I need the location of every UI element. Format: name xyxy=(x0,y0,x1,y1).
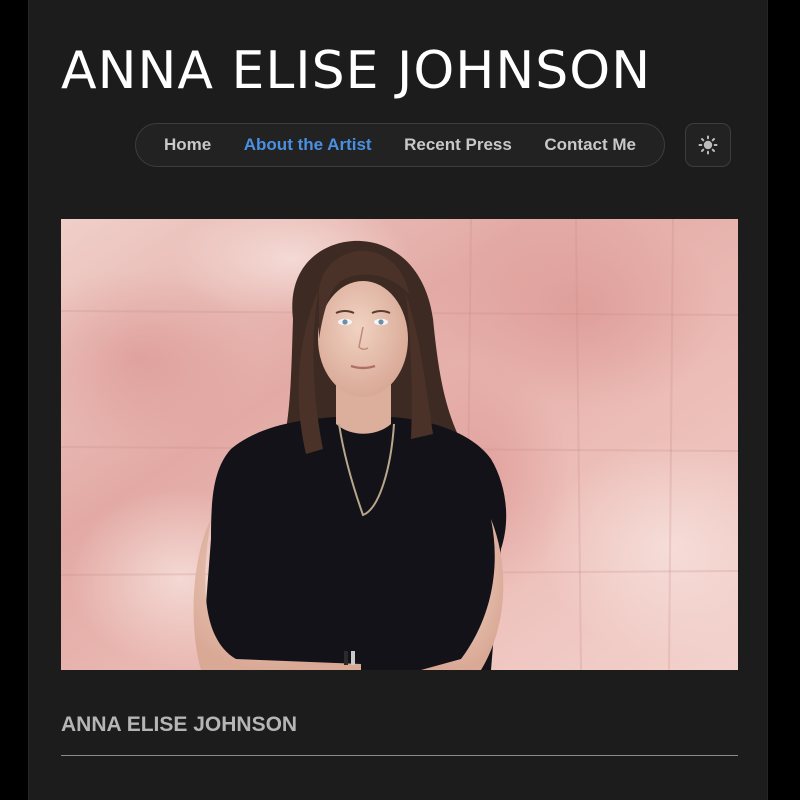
nav-item-recent-press[interactable]: Recent Press xyxy=(404,135,512,155)
section-heading: ANNA ELISE JOHNSON xyxy=(61,713,298,736)
nav-item-home[interactable]: Home xyxy=(164,135,211,155)
main-nav: Home About the Artist Recent Press Conta… xyxy=(135,123,665,167)
sun-icon xyxy=(698,135,718,155)
page-container: ANNA ELISE JOHNSON Home About the Artist… xyxy=(28,0,768,800)
theme-toggle-button[interactable] xyxy=(685,123,731,167)
nav-item-about-the-artist[interactable]: About the Artist xyxy=(244,135,372,155)
divider xyxy=(61,755,738,756)
nav-item-contact-me[interactable]: Contact Me xyxy=(544,135,636,155)
artist-portrait-photo xyxy=(61,219,738,670)
site-title[interactable]: ANNA ELISE JOHNSON xyxy=(61,36,741,106)
portrait-illustration xyxy=(61,219,738,670)
